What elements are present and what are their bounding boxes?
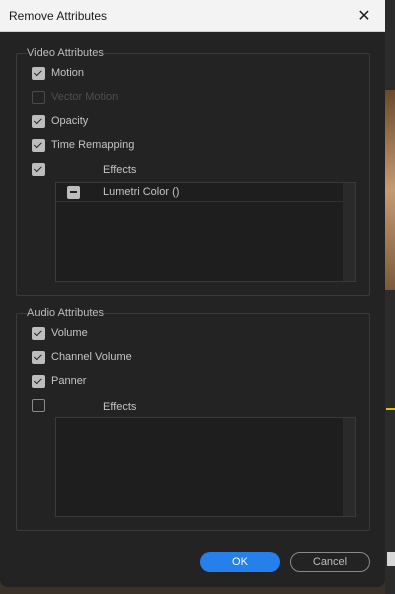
close-button[interactable]: ✕	[351, 3, 377, 29]
channel-volume-option[interactable]: Channel Volume	[32, 349, 132, 365]
video-effects-option[interactable]	[32, 161, 45, 177]
time-remapping-label: Time Remapping	[51, 139, 135, 151]
audio-attributes-label: Audio Attributes	[27, 307, 105, 319]
panner-checkbox[interactable]	[32, 374, 45, 388]
opacity-option[interactable]: Opacity	[32, 113, 88, 129]
audio-effects-scrollbar[interactable]	[343, 418, 355, 516]
vector-motion-checkbox	[32, 90, 45, 104]
time-remapping-option[interactable]: Time Remapping	[32, 137, 134, 153]
audio-effects-checkbox[interactable]	[32, 398, 45, 412]
channel-volume-label: Channel Volume	[51, 351, 132, 363]
vector-motion-label: Vector Motion	[51, 91, 119, 103]
effect-name: Lumetri Color ()	[103, 186, 180, 198]
ok-button[interactable]: OK	[200, 552, 280, 572]
dialog-title: Remove Attributes	[9, 8, 108, 23]
motion-option[interactable]: Motion	[32, 65, 84, 81]
cancel-button[interactable]: Cancel	[290, 552, 370, 572]
close-icon: ✕	[357, 7, 371, 25]
remove-attributes-dialog: Remove Attributes ✕ Video Attributes Mot…	[0, 0, 385, 587]
list-item[interactable]: Lumetri Color ()	[56, 183, 355, 202]
video-attributes-label: Video Attributes	[27, 47, 104, 59]
audio-attributes-group: Audio Attributes Volume Channel Volume P…	[16, 307, 370, 531]
video-effects-checkbox[interactable]	[32, 162, 45, 176]
audio-effects-option[interactable]	[32, 397, 45, 413]
background-preview	[385, 90, 395, 290]
background-field	[387, 552, 395, 566]
title-bar: Remove Attributes ✕	[0, 0, 385, 32]
time-remapping-checkbox[interactable]	[32, 138, 45, 152]
volume-checkbox[interactable]	[32, 326, 45, 340]
video-effects-list[interactable]: Lumetri Color ()	[55, 182, 356, 282]
volume-option[interactable]: Volume	[32, 325, 88, 341]
panner-label: Panner	[51, 375, 87, 387]
volume-label: Volume	[51, 327, 88, 339]
opacity-label: Opacity	[51, 115, 89, 127]
vector-motion-option: Vector Motion	[32, 89, 118, 105]
motion-label: Motion	[51, 67, 85, 79]
audio-effects-label: Effects	[103, 401, 137, 413]
motion-checkbox[interactable]	[32, 66, 45, 80]
background-playhead	[386, 408, 395, 410]
lumetri-color-checkbox[interactable]	[67, 185, 80, 199]
video-effects-scrollbar[interactable]	[343, 183, 355, 281]
video-effects-label: Effects	[103, 164, 137, 176]
video-attributes-group: Video Attributes Motion Vector Motion Op…	[16, 47, 370, 296]
panner-option[interactable]: Panner	[32, 373, 86, 389]
audio-effects-list[interactable]	[55, 417, 356, 517]
opacity-checkbox[interactable]	[32, 114, 45, 128]
channel-volume-checkbox[interactable]	[32, 350, 45, 364]
